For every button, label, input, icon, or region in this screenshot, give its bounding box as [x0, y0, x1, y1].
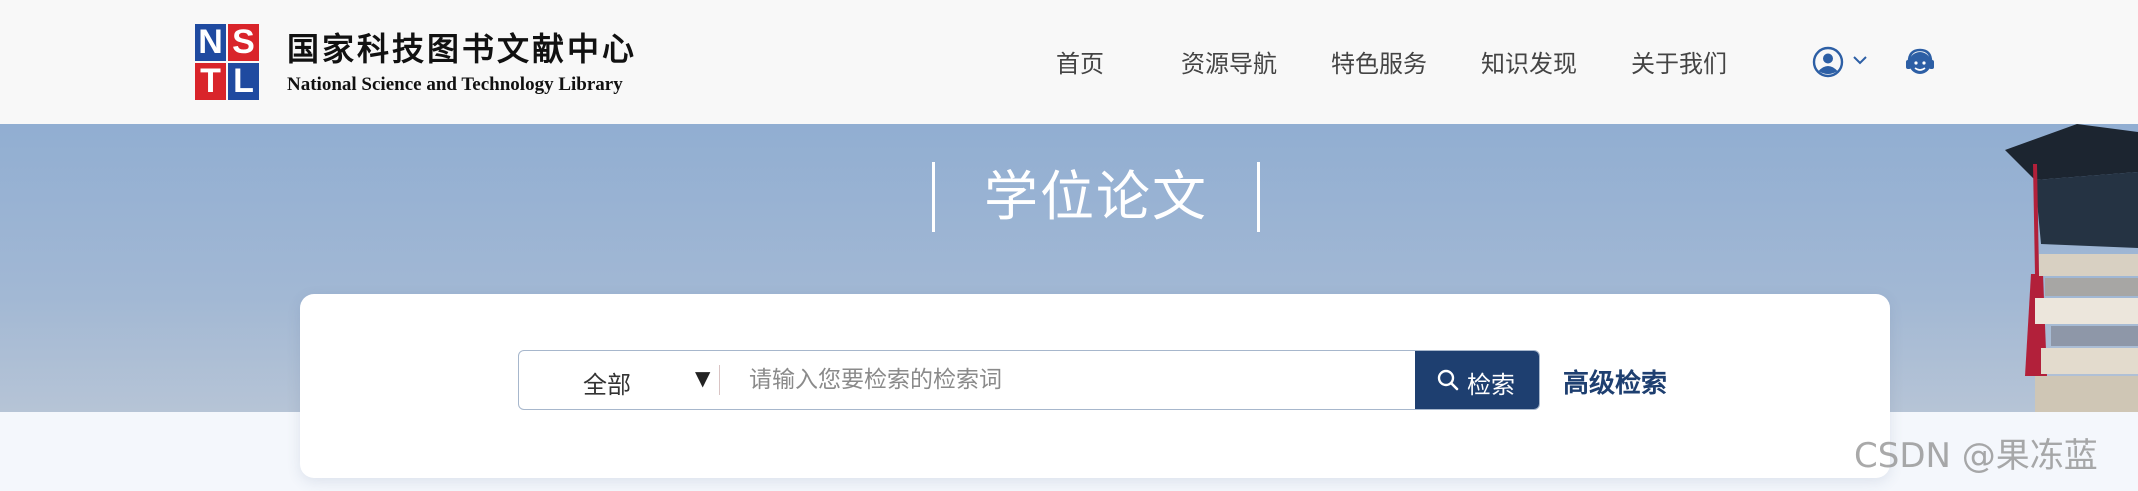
search-panel: 全部 ▼ 检索 高级检索 [300, 294, 1890, 478]
banner-title-frame: 学位论文 [932, 162, 1260, 232]
logo-name-cn: 国家科技图书文献中心 [287, 30, 638, 68]
chevron-down-icon [1853, 56, 1867, 65]
nav-resource-navigation[interactable]: 资源导航 [1181, 44, 1277, 79]
advanced-search-link[interactable]: 高级检索 [1563, 363, 1667, 400]
search-icon [1437, 369, 1459, 391]
logo-letter-t: T [195, 63, 226, 100]
user-menu[interactable] [1812, 46, 1870, 78]
graduation-cap-books-image [2005, 124, 2138, 412]
customer-service-button[interactable] [1904, 46, 1936, 78]
logo-letter-n: N [195, 24, 226, 61]
page-title: 学位论文 [984, 165, 1208, 228]
dropdown-arrow-icon: ▼ [695, 366, 711, 390]
customer-service-icon [1906, 48, 1934, 74]
search-button-label: 检索 [1467, 372, 1515, 399]
nav-featured-services[interactable]: 特色服务 [1331, 44, 1427, 79]
csdn-watermark: CSDN @果冻蓝 [1854, 436, 2098, 476]
title-divider-right [1257, 162, 1260, 232]
search-button[interactable]: 检索 [1415, 351, 1539, 409]
nstl-logo[interactable]: N S T L 国家科技图书文献中心 National Science and … [195, 22, 675, 102]
nav-home[interactable]: 首页 [1056, 44, 1104, 79]
nav-about-us[interactable]: 关于我们 [1631, 44, 1727, 79]
nav-knowledge-discovery[interactable]: 知识发现 [1481, 44, 1577, 79]
logo-name-en: National Science and Technology Library [287, 74, 623, 95]
search-scope-select[interactable]: 全部 ▼ [519, 351, 719, 409]
search-input[interactable] [733, 351, 1341, 409]
search-scope-divider [719, 365, 720, 395]
logo-mark: N S T L [195, 24, 259, 100]
logo-letter-s: S [228, 24, 259, 61]
user-circle-icon [1812, 46, 1844, 78]
logo-letter-l: L [228, 63, 259, 100]
search-box: 全部 ▼ 检索 [518, 350, 1540, 410]
site-header: N S T L 国家科技图书文献中心 National Science and … [0, 0, 2138, 124]
search-scope-value: 全部 [583, 371, 631, 399]
